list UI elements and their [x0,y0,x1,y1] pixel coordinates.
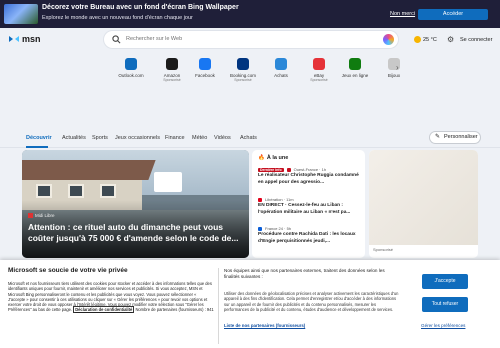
temperature: 25 °C [423,36,437,43]
partners-count: Nombre de partenaires (fournisseurs) : 9… [135,307,214,313]
news-meta: Dernière info Ouest-France · 1h [258,167,360,172]
publisher-icon [258,197,262,202]
outlook-icon [125,58,137,70]
news-headline[interactable]: Procédure contre Rachida Dati : les loca… [258,232,360,245]
shopping-icon [275,58,287,70]
sponsored-label: Sponsorisé [310,78,328,82]
copilot-icon[interactable] [383,34,394,45]
news-meta: France 24 · 5h [258,226,360,231]
tab-7[interactable]: Achats [240,135,257,141]
news-item[interactable]: Libération · 11m EN DIRECT · Cessez-le-fe… [258,197,360,216]
partners-list-link[interactable]: Liste de nos partenaires (fournisseurs) [224,323,305,328]
quick-link[interactable]: Amazon Sponsorisé [155,58,189,82]
news-source: Ouest-France · 1h [293,167,327,172]
publisher-icon [286,167,291,172]
purposes-heading: Nos équipes ainsi que nos partenaires ex… [224,268,385,279]
ebay-icon [313,58,325,70]
divider [218,268,219,344]
sun-icon [414,36,421,43]
no-entry-sign-image [154,172,182,192]
promo-cta-button[interactable]: Accéder [418,9,488,20]
quick-link-label: Jeux en ligne [341,73,369,78]
reject-all-button[interactable]: Tout refuser [422,297,468,312]
facebook-icon [199,58,211,70]
search-icon [112,35,121,44]
hero-source: Midi Libre [28,213,55,219]
gear-icon[interactable]: ⚙ [447,36,454,44]
sponsored-label: Sponsorisé [163,78,181,82]
tab-5[interactable]: Météo [192,135,207,141]
ad-image [369,150,478,245]
quick-link-label: Achats [274,73,288,78]
top-stories-card: 🔥 À la une Dernière info Ouest-France · 1h… [252,150,365,258]
tab-0[interactable]: Découvrir [26,135,52,141]
ad-card[interactable]: Sponsorisé [369,150,478,258]
personalize-label: Personnaliser [444,134,478,140]
top-stories-header: 🔥 À la une [258,155,289,161]
quick-link[interactable]: Outlook.com [114,58,148,78]
quick-link[interactable]: Facebook [188,58,222,78]
consent-dialog: Microsoft se soucie de votre vie privée … [0,260,500,348]
logo-text: msn [22,34,41,44]
promo-subtitle: Explorez le monde avec un nouveau fond d… [42,15,193,21]
signin-button[interactable]: Se connecter [460,37,492,43]
news-item[interactable]: Dernière info Ouest-France · 1h Le réalisa… [258,167,360,186]
search-bar[interactable]: Rechercher sur le Web [104,31,398,48]
flame-icon: 🔥 [258,155,265,161]
ad-label: Sponsorisé [373,247,394,252]
tab-6[interactable]: Vidéos [214,135,231,141]
quick-link[interactable]: eBay Sponsorisé [302,58,336,82]
active-tab-indicator [26,146,48,148]
category-nav: Découvrir Actualités Sports Jeux occasionne… [0,128,500,148]
butterfly-logo-icon [9,36,19,42]
sponsored-label: Sponsorisé [234,78,252,82]
tab-1[interactable]: Actualités [62,135,86,141]
quick-link-label: Bijoux [387,73,401,78]
msn-logo[interactable]: msn [8,34,41,44]
privacy-statement-link[interactable]: Déclaration de confidentialité [73,306,135,314]
breaking-badge: Dernière info [258,167,284,172]
purposes-text: Utiliser des données de géolocalisation … [224,291,399,312]
games-icon [349,58,361,70]
news-item[interactable]: France 24 · 5h Procédure contre Rachida D… [258,226,360,245]
news-headline[interactable]: Le réalisateur Christophe Ruggia condamn… [258,173,360,186]
news-meta: Libération · 11m [258,197,360,202]
news-headline[interactable]: EN DIRECT · Cessez-le-feu au Liban : l'o… [258,203,360,216]
tab-2[interactable]: Sports [92,135,108,141]
promo-title: Décorez votre Bureau avec un fond d'écra… [42,4,239,11]
tab-3[interactable]: Jeux occasionnels [115,135,160,141]
quick-link[interactable]: Bijoux [377,58,411,78]
consent-body: Microsoft et nos fournisseurs tiers util… [8,281,214,314]
wallpaper-thumbnail [4,4,38,24]
search-input[interactable]: Rechercher sur le Web [126,36,182,42]
hero-headline[interactable]: Attention : ce rituel auto du dimanche p… [28,222,243,244]
manage-preferences-link[interactable]: Gérer les préférences [421,323,465,328]
pencil-icon: ✎ [435,134,441,140]
chevron-right-icon[interactable]: › [396,63,399,72]
hero-card[interactable]: Midi Libre Attention : ce rituel auto du… [22,150,249,258]
news-source: France 24 · 5h [265,226,292,231]
personalize-button[interactable]: ✎ Personnaliser [430,132,480,143]
consent-title: Microsoft se soucie de votre vie privée [8,267,128,274]
quick-link[interactable]: Booking.com Sponsorisé [226,58,260,82]
quick-link[interactable]: Achats [264,58,298,78]
quick-link-label: Outlook.com [118,73,144,78]
weather-widget[interactable]: 25 °C [414,36,437,43]
tab-4[interactable]: Finance [165,135,185,141]
booking-icon [237,58,249,70]
quick-link[interactable]: Jeux en ligne [338,58,372,78]
promo-banner: Décorez votre Bureau avec un fond d'écra… [0,0,500,28]
amazon-icon [166,58,178,70]
publisher-icon [28,213,33,219]
publisher-icon [258,226,262,231]
promo-dismiss-link[interactable]: Non merci [390,11,415,17]
quick-link-label: Facebook [195,73,215,78]
accept-button[interactable]: J'accepte [422,274,468,289]
news-source: Libération · 11m [265,197,294,202]
